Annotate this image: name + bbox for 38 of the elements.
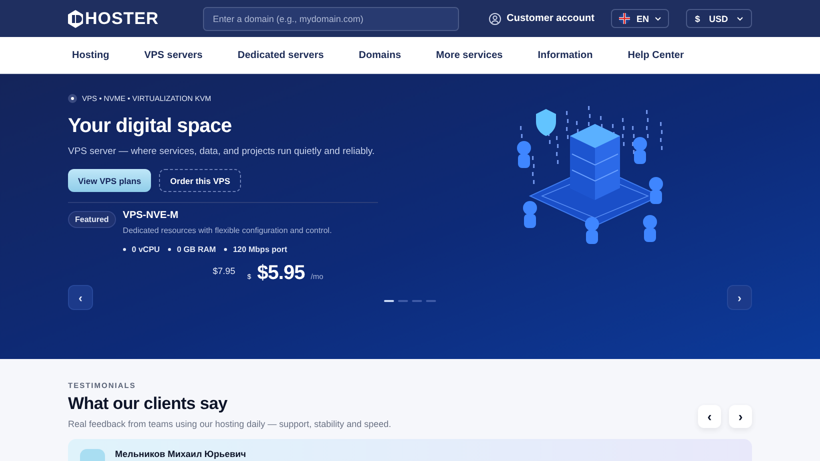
plan-spec: 0 vCPU	[122, 245, 160, 254]
nav-link[interactable]: More services	[436, 50, 503, 60]
plan-spec: 120 Mbps port	[224, 245, 288, 254]
logo[interactable]: HOSTER	[68, 8, 159, 28]
section-title: What our clients say	[68, 394, 228, 414]
customer-account-button[interactable]: Customer account	[488, 12, 594, 24]
featured-badge: Featured	[68, 211, 116, 228]
chevron-down-icon	[654, 16, 661, 20]
view-plans-button[interactable]: View VPS plans	[68, 169, 152, 192]
plan-name: VPS-NVE-M	[122, 210, 180, 221]
nav-link[interactable]: Information	[538, 50, 593, 60]
next-testimonial-button[interactable]: ›	[729, 405, 752, 428]
nav-link[interactable]: Help Center	[628, 50, 684, 60]
nav-link[interactable]: Hosting	[72, 50, 110, 60]
logo-icon	[68, 10, 83, 28]
next-slide-button[interactable]: ›	[727, 285, 752, 310]
plan-price: $5.95	[257, 262, 305, 285]
previous-testimonial-button[interactable]: ‹	[698, 405, 721, 428]
currency-selector[interactable]: $ USD	[686, 9, 752, 28]
section-subtitle: Real feedback from teams using our hosting daily — support, stability and speed.	[68, 419, 392, 429]
user-icon	[488, 12, 501, 24]
author-name: Мельников Михаил Юрьевич	[115, 449, 246, 460]
previous-slide-button[interactable]: ‹	[68, 285, 93, 310]
old-price: $7.95	[212, 266, 236, 276]
chevron-down-icon	[737, 16, 743, 20]
logo-text: HOSTER	[85, 8, 159, 28]
flag-icon	[619, 13, 630, 24]
plan-spec: 0 GB RAM	[168, 245, 216, 254]
plan-description: Dedicated resources with flexible configuration and control.	[122, 226, 332, 235]
nav-link[interactable]: Domains	[358, 50, 402, 60]
hero-subtitle: VPS server — where services, data, and projects run quietly and reliably.	[68, 146, 376, 157]
status-dot-icon	[68, 94, 77, 103]
hero-title: Your digital space	[68, 115, 233, 138]
order-button[interactable]: Order this VPS	[159, 169, 242, 192]
domain-search-field[interactable]: Enter a domain (e.g., mydomain.com)	[202, 6, 459, 30]
nav-link[interactable]: VPS servers	[144, 50, 203, 60]
nav-link[interactable]: Dedicated servers	[238, 50, 324, 60]
language-selector[interactable]: EN	[611, 9, 669, 28]
